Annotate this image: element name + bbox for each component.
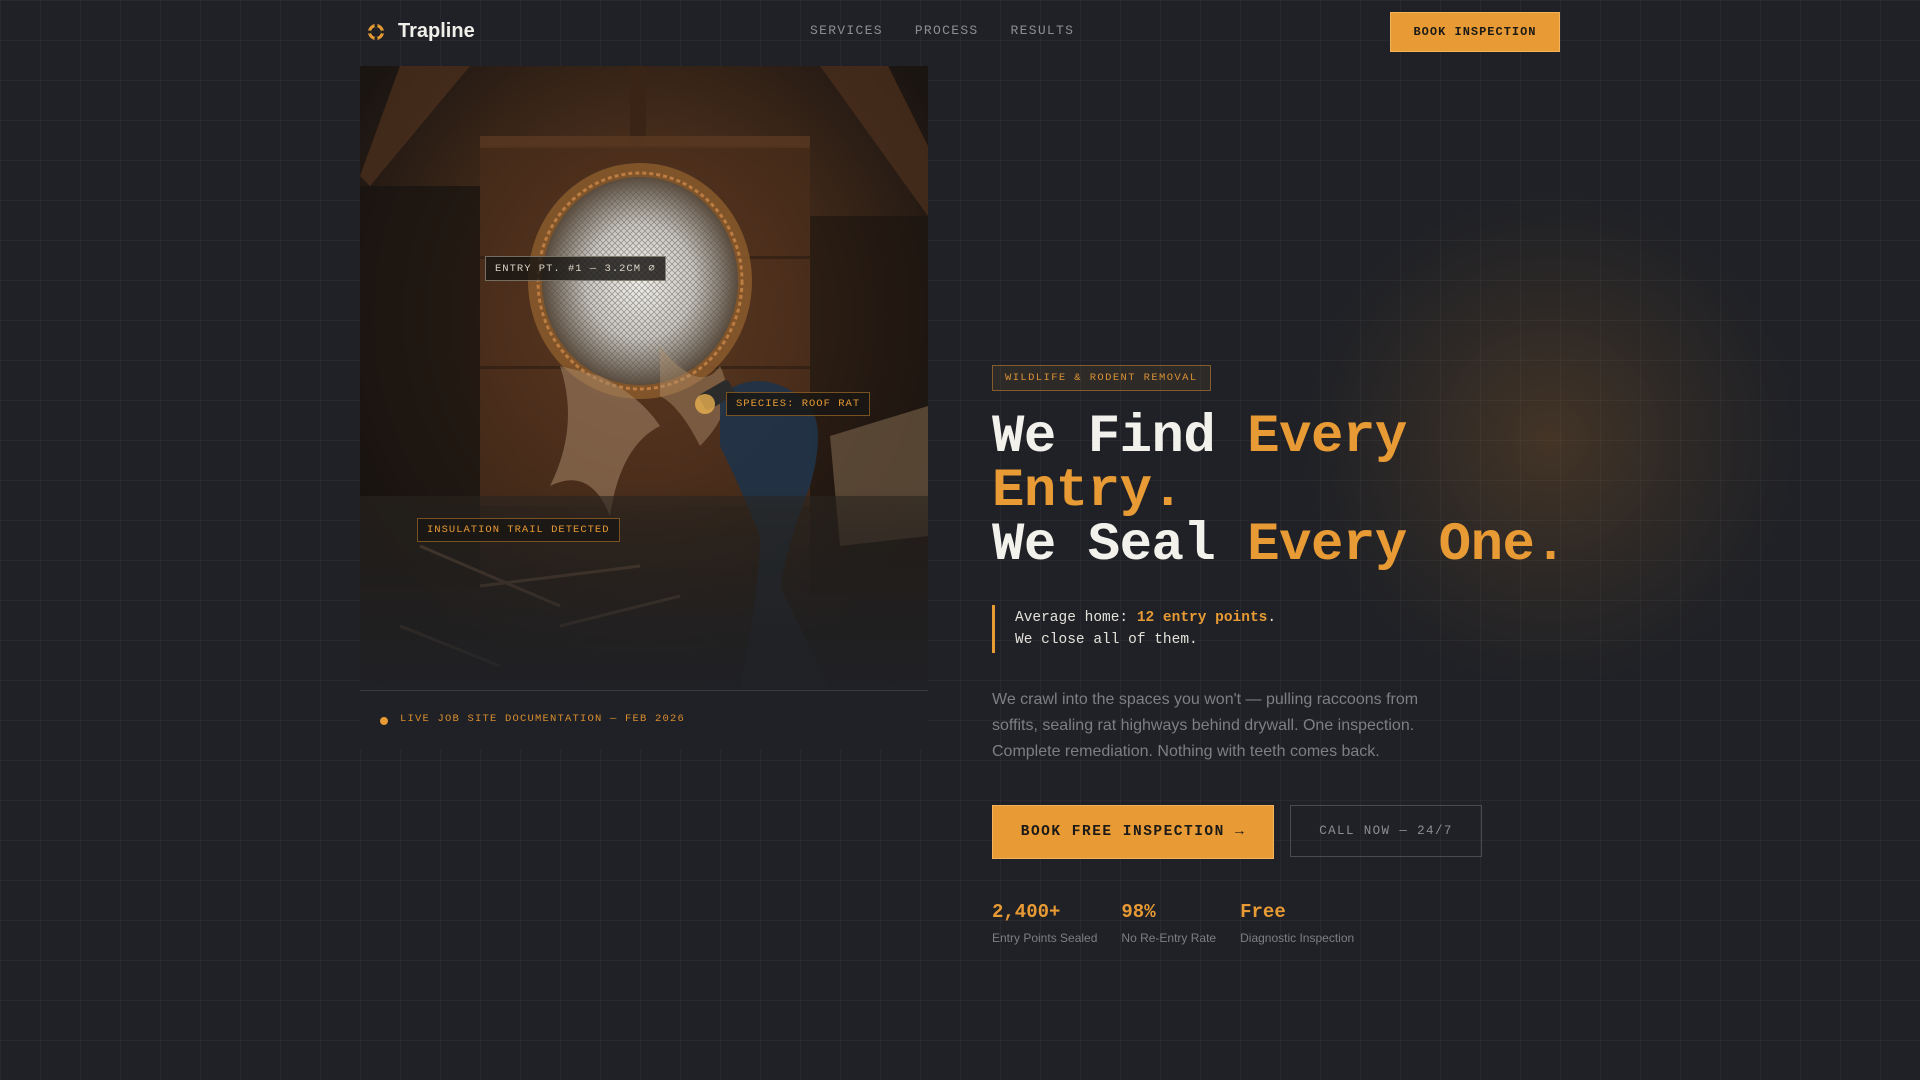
hero-ctas: BOOK FREE INSPECTION → CALL NOW — 24/7 bbox=[992, 805, 1572, 859]
tag-species: SPECIES: ROOF RAT bbox=[726, 392, 871, 416]
photo-footer: LIVE JOB SITE DOCUMENTATION — FEB 2026 bbox=[360, 690, 928, 750]
callout-highlight: 12 entry points bbox=[1136, 610, 1268, 626]
stat-no-reentry: 98% No Re-Entry Rate bbox=[1121, 901, 1216, 945]
callout-line1: Average home: 12 entry points. bbox=[1015, 607, 1572, 629]
stat-entry-points: 2,400+ Entry Points Sealed bbox=[992, 901, 1097, 945]
live-documentation-label: LIVE JOB SITE DOCUMENTATION — FEB 2026 bbox=[400, 713, 686, 725]
nav-links: SERVICES PROCESS RESULTS bbox=[810, 23, 1074, 38]
brand[interactable]: Trapline bbox=[366, 20, 475, 43]
stat-value: Free bbox=[1240, 901, 1286, 923]
tag-insulation-trail: INSULATION TRAIL DETECTED bbox=[417, 518, 620, 542]
headline-line1-white: We Find bbox=[992, 407, 1248, 468]
job-site-photo: ENTRY PT. #1 — 3.2CM ∅ SPECIES: ROOF RAT… bbox=[360, 66, 928, 690]
headline-line3-accent: Every One. bbox=[1247, 515, 1567, 576]
callout-line2: We close all of them. bbox=[1015, 632, 1198, 648]
stat-label: No Re-Entry Rate bbox=[1121, 931, 1217, 945]
book-free-inspection-button[interactable]: BOOK FREE INSPECTION → bbox=[992, 805, 1274, 859]
nav-link-results[interactable]: RESULTS bbox=[1011, 23, 1075, 38]
headline-line3-white: We Seal bbox=[992, 515, 1248, 576]
callout-suffix: . bbox=[1267, 610, 1277, 626]
stats-row: 2,400+ Entry Points Sealed 98% No Re-Ent… bbox=[992, 901, 1572, 945]
nav-link-services[interactable]: SERVICES bbox=[810, 23, 883, 38]
hero-headline: We Find Every Entry. We Seal Every One. bbox=[992, 411, 1572, 573]
stat-label: Entry Points Sealed bbox=[992, 931, 1098, 945]
callout-prefix: Average home: bbox=[1015, 610, 1137, 626]
headline-line1-accent: Every bbox=[1247, 407, 1407, 468]
ring-logo-icon bbox=[367, 23, 385, 40]
top-nav: Trapline SERVICES PROCESS RESULTS BOOK I… bbox=[360, 0, 1560, 64]
brand-name: Trapline bbox=[398, 20, 475, 42]
live-indicator-dot bbox=[380, 717, 388, 725]
book-inspection-button[interactable]: BOOK INSPECTION bbox=[1390, 12, 1560, 52]
hero-section: WILDLIFE & RODENT REMOVAL We Find Every … bbox=[992, 365, 1572, 945]
stat-value: 98% bbox=[1121, 901, 1156, 923]
attic-illustration bbox=[360, 66, 928, 690]
headline-line2-accent: Entry. bbox=[992, 461, 1184, 522]
stat-diagnostic: Free Diagnostic Inspection bbox=[1240, 901, 1354, 945]
tag-entry-point: ENTRY PT. #1 — 3.2CM ∅ bbox=[485, 256, 666, 281]
service-badge: WILDLIFE & RODENT REMOVAL bbox=[992, 365, 1211, 391]
nav-link-process[interactable]: PROCESS bbox=[915, 23, 979, 38]
entry-points-callout: Average home: 12 entry points. We close … bbox=[992, 605, 1572, 653]
call-now-button[interactable]: CALL NOW — 24/7 bbox=[1290, 805, 1482, 857]
hero-description: We crawl into the spaces you won't — pul… bbox=[992, 691, 1419, 760]
stat-label: Diagnostic Inspection bbox=[1240, 931, 1355, 945]
stat-value: 2,400+ bbox=[992, 901, 1061, 923]
